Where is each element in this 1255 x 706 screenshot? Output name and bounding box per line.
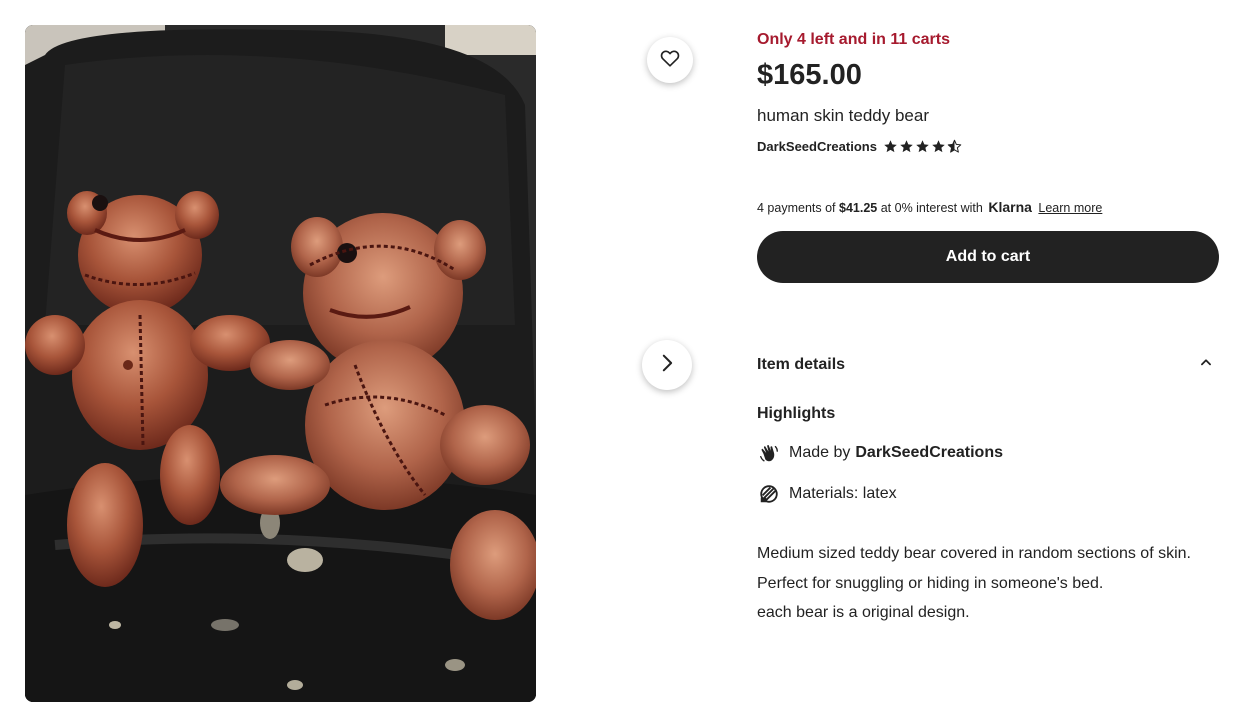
chevron-up-icon xyxy=(1199,355,1213,374)
price: $165.00 xyxy=(757,59,862,91)
made-by-row: Made by DarkSeedCreations xyxy=(757,441,1003,465)
shop-name-link[interactable]: DarkSeedCreations xyxy=(757,139,877,154)
item-description: Medium sized teddy bear covered in rando… xyxy=(757,539,1219,628)
product-photo[interactable] xyxy=(25,25,536,702)
favorite-button[interactable] xyxy=(647,37,693,83)
half-star-icon xyxy=(947,139,962,153)
materials-row: Materials: latex xyxy=(757,482,897,506)
payments-prefix: 4 payments of xyxy=(757,201,836,215)
learn-more-link[interactable]: Learn more xyxy=(1038,201,1102,215)
product-image xyxy=(25,25,536,702)
star-rating xyxy=(883,139,962,154)
star-icon xyxy=(900,140,913,153)
klarna-payment-info: 4 payments of $41.25 at 0% interest with… xyxy=(757,199,1102,215)
materials-icon xyxy=(757,482,781,506)
payments-middle: at 0% interest with xyxy=(880,201,983,215)
star-icon xyxy=(916,140,929,153)
shop-row: DarkSeedCreations xyxy=(757,139,962,154)
made-by-shop-link[interactable]: DarkSeedCreations xyxy=(855,444,1003,462)
item-details-title: Item details xyxy=(757,355,846,373)
made-by-label: Made by xyxy=(789,444,851,461)
chevron-right-icon xyxy=(656,352,678,379)
klarna-logo: Klarna xyxy=(988,199,1032,215)
star-icon xyxy=(884,140,897,153)
listing-title: human skin teddy bear xyxy=(757,106,929,125)
description-line: each bear is a original design. xyxy=(757,604,970,621)
description-line: Medium sized teddy bear covered in rando… xyxy=(757,545,1191,592)
heart-icon xyxy=(659,47,681,74)
stock-notice: Only 4 left and in 11 carts xyxy=(757,31,950,48)
hand-wave-icon xyxy=(757,441,781,465)
add-to-cart-button[interactable]: Add to cart xyxy=(757,231,1219,283)
payment-amount: $41.25 xyxy=(839,201,878,215)
item-details-toggle[interactable]: Item details xyxy=(757,355,1219,374)
highlights-title: Highlights xyxy=(757,405,836,422)
star-icon xyxy=(932,140,945,153)
materials-text: Materials: latex xyxy=(789,485,897,502)
next-image-button[interactable] xyxy=(642,340,692,390)
